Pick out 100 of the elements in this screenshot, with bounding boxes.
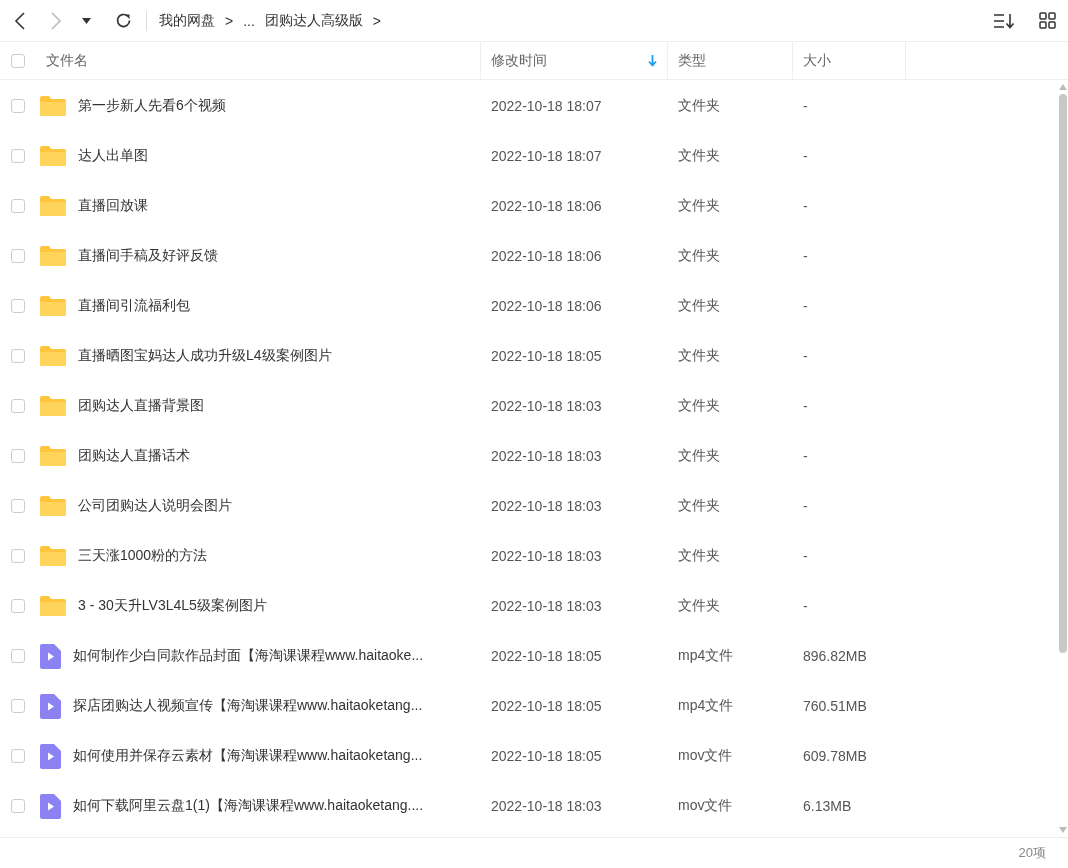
file-size: 896.82MB [803,648,867,664]
breadcrumb-item[interactable]: 我的网盘 [159,11,215,30]
file-type: 文件夹 [678,447,720,465]
file-type: 文件夹 [678,547,720,565]
back-icon[interactable] [14,11,26,30]
row-checkbox[interactable] [11,149,25,163]
folder-icon [40,196,66,216]
select-all-checkbox[interactable] [11,53,25,68]
row-checkbox[interactable] [11,649,25,663]
file-type: 文件夹 [678,397,720,415]
video-file-icon [40,693,61,719]
file-name[interactable]: 第一步新人先看6个视频 [78,97,226,115]
modified-time: 2022-10-18 18:07 [491,98,602,114]
row-checkbox[interactable] [11,699,25,713]
file-name[interactable]: 3 - 30天升LV3L4L5级案例图片 [78,597,267,615]
column-header[interactable]: 文件名 [36,42,481,79]
file-size: - [803,298,808,314]
breadcrumb-item[interactable]: > [225,12,234,29]
file-type: mp4文件 [678,647,734,665]
file-size: 760.51MB [803,698,867,714]
row-checkbox[interactable] [11,749,25,763]
file-name[interactable]: 探店团购达人视频宣传【海淘课课程www.haitaoketang... [73,697,423,715]
row-checkbox[interactable] [11,499,25,513]
row-checkbox[interactable] [11,599,25,613]
modified-time: 2022-10-18 18:03 [491,498,602,514]
file-name[interactable]: 直播间手稿及好评反馈 [78,247,218,265]
file-size: - [803,248,808,264]
folder-icon [40,396,66,416]
row-checkbox[interactable] [11,799,25,813]
column-header[interactable]: 大小 [793,42,906,79]
file-size: - [803,598,808,614]
folder-icon [40,146,66,166]
modified-time: 2022-10-18 18:03 [491,548,602,564]
file-name[interactable]: 如何下载阿里云盘1(1)【海淘课课程www.haitaoketang.... [73,797,424,815]
item-count: 20项 [1018,844,1046,862]
scroll-up-arrow-icon[interactable] [1059,84,1067,90]
folder-icon [40,496,66,516]
file-size: - [803,498,808,514]
column-header[interactable]: 修改时间 [481,42,668,79]
row-checkbox[interactable] [11,449,25,463]
modified-time: 2022-10-18 18:05 [491,698,602,714]
file-type: 文件夹 [678,97,720,115]
grid-view-icon[interactable] [1039,12,1056,29]
file-name[interactable]: 如何制作少白同款作品封面【海淘课课程www.haitaoke... [73,647,424,665]
file-size: - [803,348,808,364]
refresh-icon[interactable] [115,12,132,29]
modified-time: 2022-10-18 18:05 [491,748,602,764]
breadcrumb-item[interactable]: > [372,12,382,29]
file-type: 文件夹 [678,147,720,165]
forward-icon[interactable] [50,11,62,30]
modified-time: 2022-10-18 18:05 [491,648,602,664]
file-size: - [803,448,808,464]
scroll-down-arrow-icon[interactable] [1059,827,1067,833]
file-size: - [803,548,808,564]
file-name[interactable]: 如何使用并保存云素材【海淘课课程www.haitaoketang... [73,747,423,765]
row-checkbox[interactable] [11,99,25,113]
column-header[interactable]: 类型 [668,42,793,79]
file-name[interactable]: 直播间引流福利包 [78,297,190,315]
file-name[interactable]: 团购达人直播话术 [78,447,190,465]
breadcrumb-item[interactable]: 团购达人高级版 [264,11,363,30]
file-name[interactable]: 直播晒图宝妈达人成功升级L4级案例图片 [78,347,332,365]
file-type: 文件夹 [678,247,720,265]
file-name[interactable]: 团购达人直播背景图 [78,397,204,415]
file-size: - [803,98,808,114]
file-type: mp4文件 [678,697,734,715]
file-type: mov文件 [678,747,733,765]
folder-icon [40,246,66,266]
modified-time: 2022-10-18 18:05 [491,348,602,364]
sort-descending-icon [648,54,657,67]
file-size: 609.78MB [803,748,867,764]
row-checkbox[interactable] [11,399,25,413]
folder-icon [40,96,66,116]
modified-time: 2022-10-18 18:07 [491,148,602,164]
row-checkbox[interactable] [11,299,25,313]
modified-time: 2022-10-18 18:03 [491,798,602,814]
file-name[interactable]: 三天涨1000粉的方法 [78,547,208,565]
breadcrumb-item[interactable]: ... [243,12,255,29]
modified-time: 2022-10-18 18:03 [491,448,602,464]
dropdown-caret-icon[interactable] [82,17,91,24]
folder-icon [40,596,66,616]
file-type: 文件夹 [678,297,720,315]
sort-icon[interactable] [993,12,1015,29]
row-checkbox[interactable] [11,549,25,563]
file-name[interactable]: 公司团购达人说明会图片 [78,497,232,515]
file-type: 文件夹 [678,597,720,615]
file-name[interactable]: 达人出单图 [78,147,148,165]
file-name[interactable]: 直播回放课 [78,197,148,215]
file-type: 文件夹 [678,347,720,365]
row-checkbox[interactable] [11,349,25,363]
video-file-icon [40,743,61,769]
video-file-icon [40,643,61,669]
modified-time: 2022-10-18 18:06 [491,198,602,214]
row-checkbox[interactable] [11,199,25,213]
file-size: - [803,198,808,214]
row-checkbox[interactable] [11,249,25,263]
file-type: 文件夹 [678,197,720,215]
video-file-icon [40,793,61,819]
file-size: 6.13MB [803,798,852,814]
modified-time: 2022-10-18 18:03 [491,598,602,614]
folder-icon [40,446,66,466]
